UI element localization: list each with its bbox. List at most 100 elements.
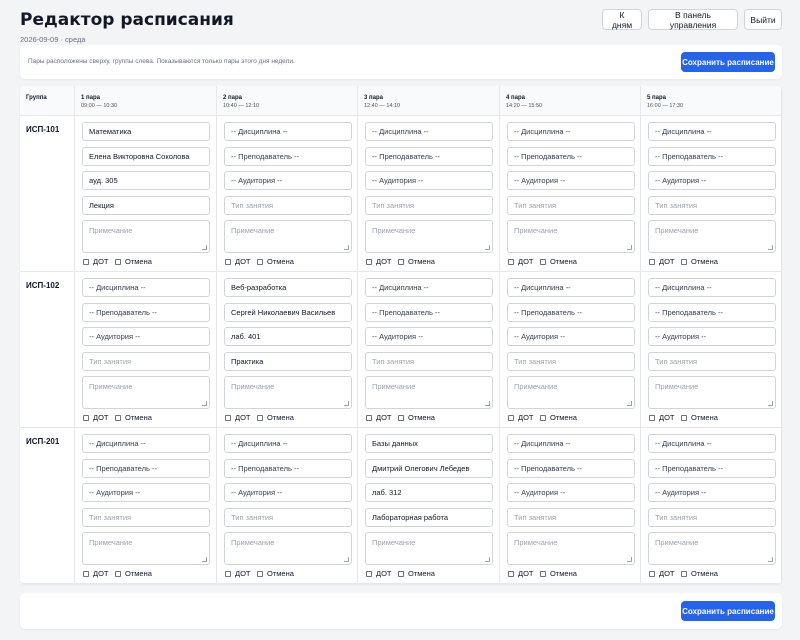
checkbox-icon[interactable] — [649, 258, 655, 265]
checkbox-icon[interactable] — [257, 258, 263, 265]
dot-checkbox[interactable]: ДОТ — [225, 569, 251, 578]
lesson-type-input[interactable]: Тип занятия — [648, 508, 776, 527]
save-schedule-button-top[interactable]: Сохранить расписание — [681, 52, 775, 72]
checkbox-icon[interactable] — [398, 258, 404, 265]
checkbox-icon[interactable] — [115, 414, 121, 421]
teacher-select[interactable]: Елена Викторовна Соколова — [82, 147, 210, 166]
resize-grip-icon[interactable] — [202, 557, 207, 562]
note-textarea[interactable]: Примечание — [648, 532, 776, 565]
room-select[interactable]: лаб. 312 — [365, 483, 493, 502]
discipline-select[interactable]: -- Дисциплина -- — [365, 122, 493, 141]
checkbox-icon[interactable] — [115, 570, 121, 577]
checkbox-icon[interactable] — [681, 258, 687, 265]
lesson-type-input[interactable]: Тип занятия — [82, 508, 210, 527]
dot-checkbox[interactable]: ДОТ — [508, 413, 534, 422]
lesson-type-input[interactable]: Практика — [224, 352, 352, 371]
lesson-type-input[interactable]: Тип занятия — [507, 508, 635, 527]
checkbox-icon[interactable] — [83, 258, 89, 265]
checkbox-icon[interactable] — [83, 570, 89, 577]
note-textarea[interactable]: Примечание — [507, 532, 635, 565]
dot-checkbox[interactable]: ДОТ — [649, 569, 675, 578]
room-select[interactable]: -- Аудитория -- — [365, 327, 493, 346]
cancel-checkbox[interactable]: Отмена — [540, 569, 577, 578]
cancel-checkbox[interactable]: Отмена — [257, 569, 294, 578]
back-to-days-button[interactable]: К дням — [602, 9, 642, 30]
lesson-type-input[interactable]: Тип занятия — [365, 352, 493, 371]
checkbox-icon[interactable] — [508, 570, 514, 577]
dashboard-button[interactable]: В панель управления — [648, 9, 738, 30]
checkbox-icon[interactable] — [681, 570, 687, 577]
room-select[interactable]: ауд. 305 — [82, 171, 210, 190]
cancel-checkbox[interactable]: Отмена — [398, 569, 435, 578]
lesson-type-input[interactable]: Тип занятия — [507, 352, 635, 371]
discipline-select[interactable]: Базы данных — [365, 434, 493, 453]
checkbox-icon[interactable] — [540, 570, 546, 577]
checkbox-icon[interactable] — [540, 414, 546, 421]
resize-grip-icon[interactable] — [202, 401, 207, 406]
resize-grip-icon[interactable] — [627, 557, 632, 562]
note-textarea[interactable]: Примечание — [224, 532, 352, 565]
lesson-type-input[interactable]: Тип занятия — [365, 196, 493, 215]
save-schedule-button-bottom[interactable]: Сохранить расписание — [681, 601, 775, 621]
dot-checkbox[interactable]: ДОТ — [83, 257, 109, 266]
resize-grip-icon[interactable] — [485, 557, 490, 562]
resize-grip-icon[interactable] — [768, 401, 773, 406]
checkbox-icon[interactable] — [257, 570, 263, 577]
resize-grip-icon[interactable] — [485, 245, 490, 250]
teacher-select[interactable]: -- Преподаватель -- — [82, 303, 210, 322]
lesson-type-input[interactable]: Тип занятия — [224, 196, 352, 215]
discipline-select[interactable]: -- Дисциплина -- — [224, 122, 352, 141]
teacher-select[interactable]: -- Преподаватель -- — [648, 303, 776, 322]
resize-grip-icon[interactable] — [344, 245, 349, 250]
cancel-checkbox[interactable]: Отмена — [398, 413, 435, 422]
room-select[interactable]: -- Аудитория -- — [648, 327, 776, 346]
dot-checkbox[interactable]: ДОТ — [83, 569, 109, 578]
teacher-select[interactable]: -- Преподаватель -- — [365, 147, 493, 166]
lesson-type-input[interactable]: Тип занятия — [507, 196, 635, 215]
room-select[interactable]: -- Аудитория -- — [507, 327, 635, 346]
teacher-select[interactable]: Дмитрий Олегович Лебедев — [365, 459, 493, 478]
note-textarea[interactable]: Примечание — [365, 376, 493, 409]
checkbox-icon[interactable] — [366, 414, 372, 421]
discipline-select[interactable]: -- Дисциплина -- — [648, 278, 776, 297]
dot-checkbox[interactable]: ДОТ — [508, 257, 534, 266]
discipline-select[interactable]: -- Дисциплина -- — [224, 434, 352, 453]
checkbox-icon[interactable] — [508, 258, 514, 265]
teacher-select[interactable]: -- Преподаватель -- — [224, 147, 352, 166]
teacher-select[interactable]: -- Преподаватель -- — [507, 147, 635, 166]
room-select[interactable]: -- Аудитория -- — [82, 327, 210, 346]
resize-grip-icon[interactable] — [344, 401, 349, 406]
note-textarea[interactable]: Примечание — [507, 220, 635, 253]
checkbox-icon[interactable] — [649, 414, 655, 421]
dot-checkbox[interactable]: ДОТ — [649, 413, 675, 422]
cancel-checkbox[interactable]: Отмена — [257, 257, 294, 266]
checkbox-icon[interactable] — [398, 570, 404, 577]
room-select[interactable]: лаб. 401 — [224, 327, 352, 346]
dot-checkbox[interactable]: ДОТ — [508, 569, 534, 578]
resize-grip-icon[interactable] — [202, 245, 207, 250]
discipline-select[interactable]: -- Дисциплина -- — [648, 122, 776, 141]
discipline-select[interactable]: -- Дисциплина -- — [82, 434, 210, 453]
resize-grip-icon[interactable] — [768, 557, 773, 562]
cancel-checkbox[interactable]: Отмена — [398, 257, 435, 266]
dot-checkbox[interactable]: ДОТ — [366, 257, 392, 266]
lesson-type-input[interactable]: Тип занятия — [82, 352, 210, 371]
checkbox-icon[interactable] — [225, 570, 231, 577]
room-select[interactable]: -- Аудитория -- — [648, 483, 776, 502]
note-textarea[interactable]: Примечание — [507, 376, 635, 409]
note-textarea[interactable]: Примечание — [648, 376, 776, 409]
lesson-type-input[interactable]: Тип занятия — [648, 352, 776, 371]
note-textarea[interactable]: Примечание — [82, 220, 210, 253]
note-textarea[interactable]: Примечание — [365, 532, 493, 565]
cancel-checkbox[interactable]: Отмена — [115, 257, 152, 266]
checkbox-icon[interactable] — [366, 570, 372, 577]
cancel-checkbox[interactable]: Отмена — [681, 413, 718, 422]
lesson-type-input[interactable]: Тип занятия — [648, 196, 776, 215]
teacher-select[interactable]: Сергей Николаевич Васильев — [224, 303, 352, 322]
discipline-select[interactable]: Математика — [82, 122, 210, 141]
room-select[interactable]: -- Аудитория -- — [507, 483, 635, 502]
cancel-checkbox[interactable]: Отмена — [115, 569, 152, 578]
checkbox-icon[interactable] — [508, 414, 514, 421]
teacher-select[interactable]: -- Преподаватель -- — [648, 147, 776, 166]
discipline-select[interactable]: -- Дисциплина -- — [648, 434, 776, 453]
